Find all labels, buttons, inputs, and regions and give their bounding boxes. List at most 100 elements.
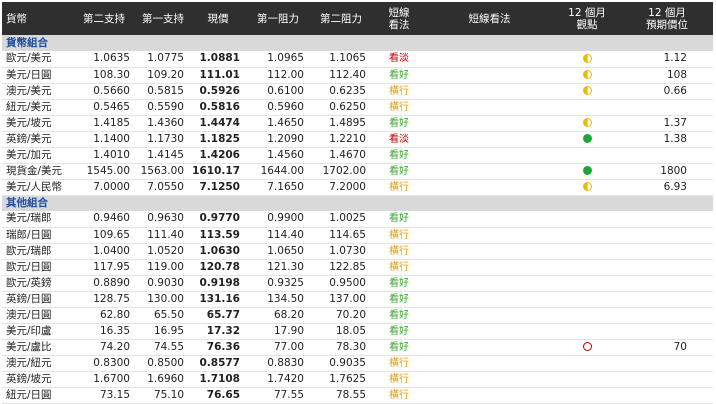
pair-name: 澳元/美元	[2, 83, 72, 100]
current-price: 1.7108	[190, 371, 246, 388]
resist1-value: 112.00	[246, 67, 310, 84]
support1-value: 75.10	[136, 387, 190, 404]
empty-circle-icon	[582, 342, 592, 351]
resist2-value: 137.00	[310, 291, 372, 308]
short-view-label: 看好	[389, 277, 409, 289]
short-view-text-cell	[426, 339, 553, 356]
support2-value: 74.20	[72, 339, 136, 356]
short-view-text-cell	[426, 291, 553, 308]
current-price: 131.16	[190, 291, 246, 308]
12m-target-value	[621, 99, 713, 116]
resist2-value: 0.9035	[310, 355, 372, 372]
12m-target-value	[621, 355, 713, 372]
pair-name: 紐元/日圓	[2, 387, 72, 404]
fx-outlook-table-page: 貨幣 第二支持 第一支持 現價 第一阻力 第二阻力 短線 看法 短線看法 12 個…	[0, 2, 716, 404]
short-view-cell: 看好	[372, 323, 426, 340]
12m-target-value: 1.37	[621, 115, 713, 132]
short-view-text-cell	[426, 371, 553, 388]
support1-value: 109.20	[136, 67, 190, 84]
support2-value: 109.65	[72, 227, 136, 244]
short-view-text-cell	[426, 163, 553, 180]
current-price: 17.32	[190, 323, 246, 340]
resist2-value: 0.6235	[310, 83, 372, 100]
support2-value: 16.35	[72, 323, 136, 340]
fx-outlook-table: 貨幣 第二支持 第一支持 現價 第一阻力 第二阻力 短線 看法 短線看法 12 個…	[2, 2, 713, 404]
short-view-cell: 看好	[372, 291, 426, 308]
resist2-value: 1.0730	[310, 243, 372, 260]
resist2-value: 1.0025	[310, 211, 372, 228]
short-view-label: 看好	[389, 341, 409, 353]
short-view-cell: 看好	[372, 147, 426, 164]
12m-target-value	[621, 291, 713, 308]
resist2-value: 122.85	[310, 259, 372, 276]
resist1-value: 1.2090	[246, 131, 310, 148]
half-circle-icon	[582, 70, 592, 79]
short-view-cell: 看好	[372, 163, 426, 180]
12m-target-value	[621, 243, 713, 260]
support1-value: 74.55	[136, 339, 190, 356]
table-header-row: 貨幣 第二支持 第一支持 現價 第一阻力 第二阻力 短線 看法 短線看法 12 個…	[2, 2, 713, 35]
12m-view-cell	[553, 179, 621, 196]
pair-name: 現貨金/美元	[2, 163, 72, 180]
12m-view-cell	[553, 355, 621, 372]
short-view-cell: 橫行	[372, 259, 426, 276]
short-view-text-cell	[426, 275, 553, 292]
short-view-cell: 橫行	[372, 355, 426, 372]
12m-view-cell	[553, 291, 621, 308]
header-short-view-text: 短線看法	[468, 12, 511, 25]
resist1-value: 1.0650	[246, 243, 310, 260]
pair-name: 紐元/美元	[2, 99, 72, 116]
full-circle-icon	[582, 134, 592, 143]
support2-value: 108.30	[72, 67, 136, 84]
12m-target-value: 1.12	[621, 51, 713, 68]
12m-view-cell	[553, 67, 621, 84]
table-row: 澳元/日圓 62.80 65.50 65.77 68.20 70.20 看好	[2, 307, 713, 324]
short-view-cell: 看好	[372, 275, 426, 292]
short-view-text-cell	[426, 307, 553, 324]
support2-value: 1.0400	[72, 243, 136, 260]
short-view-cell: 橫行	[372, 371, 426, 388]
header-current: 現價	[207, 12, 229, 25]
resist1-value: 114.40	[246, 227, 310, 244]
support1-value: 0.9030	[136, 275, 190, 292]
12m-target-value	[621, 147, 713, 164]
resist2-value: 112.40	[310, 67, 372, 84]
current-price: 1.4474	[190, 115, 246, 132]
support1-value: 65.50	[136, 307, 190, 324]
resist1-value: 1.4650	[246, 115, 310, 132]
resist1-value: 121.30	[246, 259, 310, 276]
short-view-cell: 看好	[372, 115, 426, 132]
resist1-value: 0.9325	[246, 275, 310, 292]
short-view-text-cell	[426, 99, 553, 116]
resist2-value: 1.1065	[310, 51, 372, 68]
table-row: 英鎊/日圓 128.75 130.00 131.16 134.50 137.00 看好	[2, 291, 713, 308]
short-view-text-cell	[426, 387, 553, 404]
table-row: 英鎊/美元 1.1400 1.1730 1.1825 1.2090 1.2210 看淡 1.3…	[2, 131, 713, 148]
short-view-text-cell	[426, 259, 553, 276]
resist2-value: 70.20	[310, 307, 372, 324]
support1-value: 111.40	[136, 227, 190, 244]
table-row: 澳元/美元 0.5660 0.5815 0.5926 0.6100 0.6235 橫行 0.6…	[2, 83, 713, 100]
current-price: 76.36	[190, 339, 246, 356]
pair-name: 歐元/美元	[2, 51, 72, 68]
resist2-value: 0.6250	[310, 99, 372, 116]
short-view-text-cell	[426, 355, 553, 372]
12m-target-value	[621, 307, 713, 324]
resist1-value: 17.90	[246, 323, 310, 340]
short-view-label: 看好	[389, 165, 409, 177]
short-view-text-cell	[426, 323, 553, 340]
short-view-cell: 看好	[372, 211, 426, 228]
short-view-cell: 橫行	[372, 99, 426, 116]
resist2-value: 18.05	[310, 323, 372, 340]
half-circle-icon	[582, 53, 592, 63]
12m-target-value: 1800	[621, 163, 713, 180]
half-circle-icon	[582, 86, 592, 95]
pair-name: 英鎊/美元	[2, 131, 72, 148]
short-view-label: 橫行	[389, 181, 409, 193]
pair-name: 美元/印盧	[2, 323, 72, 340]
resist2-value: 1.4895	[310, 115, 372, 132]
support1-value: 1.0775	[136, 51, 190, 68]
resist1-value: 0.8830	[246, 355, 310, 372]
header-short-view-line1: 短線	[388, 7, 410, 19]
pair-name: 英鎊/日圓	[2, 291, 72, 308]
